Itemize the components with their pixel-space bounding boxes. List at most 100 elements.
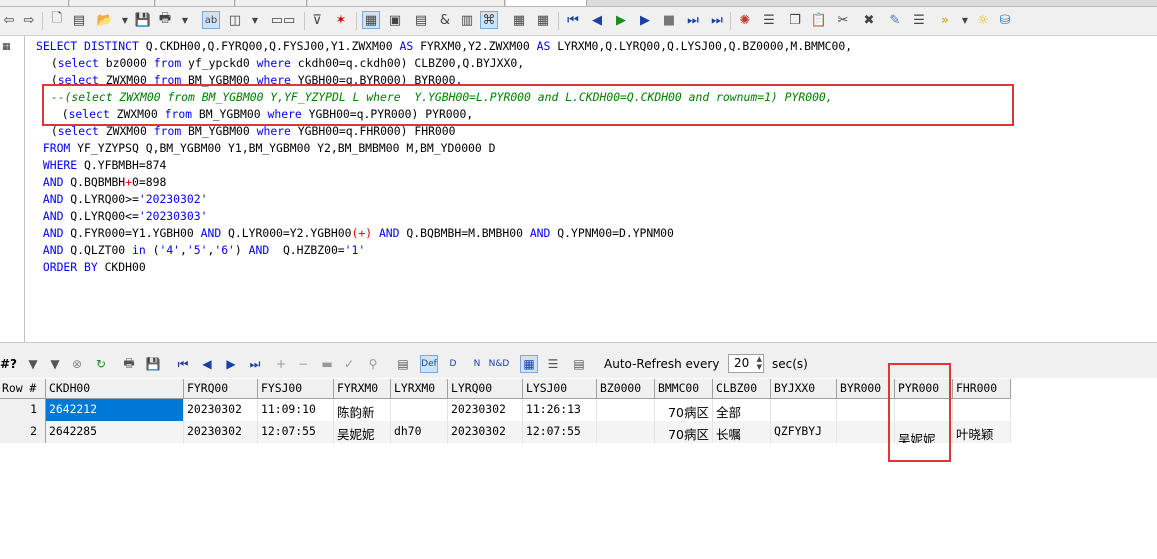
grid-cell[interactable] [597, 399, 655, 421]
column-header[interactable]: BMMC00 [655, 379, 713, 399]
bind-icon[interactable]: ▥ [458, 11, 476, 29]
code-line[interactable]: AND Q.FYR000=Y1.YGBH00 AND Q.LYR000=Y2.Y… [36, 225, 674, 242]
grid-cell[interactable]: 吴妮妮 [334, 421, 391, 443]
grid-cell[interactable]: 2642212 [46, 399, 184, 421]
code-line[interactable]: FROM YF_YZYPSQ Q,BM_YGBM00 Y1,BM_YGBM00 … [36, 140, 496, 157]
tools-icon[interactable]: ✎ [886, 11, 904, 29]
column-header[interactable]: Row # [0, 379, 46, 399]
auto-refresh-interval-spinner[interactable]: 20 ▲ ▼ [728, 354, 764, 373]
grid-cell[interactable]: 全部 [713, 399, 771, 421]
grid-cell[interactable]: 70病区 [655, 421, 713, 443]
cut-icon[interactable]: ✂ [834, 11, 852, 29]
column-header[interactable]: CLBZ00 [713, 379, 771, 399]
first-record-icon[interactable]: ⏮ [174, 355, 192, 373]
delete-icon[interactable]: ✖ [860, 11, 878, 29]
forward-icon[interactable]: » [936, 11, 954, 29]
add-record-icon[interactable]: + [272, 355, 290, 373]
doc-tab[interactable] [0, 0, 69, 6]
grid-cell[interactable]: 70病区 [655, 399, 713, 421]
find-icon[interactable]: ab [202, 11, 220, 29]
def-icon[interactable]: Def [420, 355, 438, 373]
save-icon[interactable]: 💾 [134, 11, 152, 29]
doc-tab[interactable] [236, 0, 307, 6]
last-icon[interactable]: ⏭ [684, 11, 702, 29]
lightbulb-icon[interactable]: ☼ [974, 11, 992, 29]
code-line[interactable]: AND Q.LYRQ00>='20230302' [36, 191, 208, 208]
first-icon[interactable]: ⏮ [564, 11, 582, 29]
next-record-icon[interactable]: ▶ [222, 355, 240, 373]
ampersand-icon[interactable]: & [436, 11, 454, 29]
filter-icon[interactable]: ▼ [24, 355, 42, 373]
cancel-edit-icon[interactable]: ✓ [340, 355, 358, 373]
code-line[interactable]: AND Q.QLZT00 in ('4','5','6') AND Q.HZBZ… [36, 242, 365, 259]
grid-cell[interactable]: 11:09:10 [258, 399, 334, 421]
grid-icon[interactable]: ▦ [534, 11, 552, 29]
grid-cell[interactable] [953, 399, 1011, 421]
doc-tab-active[interactable] [506, 0, 587, 6]
code-line[interactable]: AND Q.BQBMBH+0=898 [36, 174, 166, 191]
db-icon[interactable]: ⛁ [996, 11, 1014, 29]
code-line[interactable]: SELECT DISTINCT Q.CKDH00,Q.FYRQ00,Q.FYSJ… [36, 38, 852, 55]
next-icon[interactable]: ▶ [636, 11, 654, 29]
grid-cell[interactable] [837, 421, 895, 443]
grid-cell[interactable]: 20230302 [184, 421, 258, 443]
prev-record-icon[interactable]: ◀ [198, 355, 216, 373]
grid-cell[interactable] [597, 421, 655, 443]
code-line[interactable]: AND Q.LYRQ00<='20230303' [36, 208, 208, 225]
copy-icon[interactable]: ❐ [786, 11, 804, 29]
column-header[interactable]: FYRQ00 [184, 379, 258, 399]
grid-cell[interactable] [391, 399, 448, 421]
record-view-icon[interactable]: ▤ [570, 355, 588, 373]
forward-arrow-icon[interactable]: ⇨ [20, 11, 38, 29]
run-icon[interactable]: ▶ [612, 11, 630, 29]
explain-icon[interactable]: ▦ [362, 11, 380, 29]
spin-arrows-icon[interactable]: ▲ ▼ [757, 355, 762, 371]
grid-cell[interactable] [837, 399, 895, 421]
save-icon[interactable]: 💾 [144, 355, 162, 373]
grid-cell[interactable]: 2642285 [46, 421, 184, 443]
nd-icon[interactable]: N&D [489, 355, 510, 373]
grid-cell[interactable] [771, 399, 837, 421]
column-header[interactable]: BZ0000 [597, 379, 655, 399]
grid-cell[interactable]: 12:07:55 [258, 421, 334, 443]
prev-icon[interactable]: ◀ [588, 11, 606, 29]
commit-icon[interactable]: ▣ [386, 11, 404, 29]
grid-cell[interactable]: QZFYBYJ [771, 421, 837, 443]
grid-cell[interactable]: 陈韵新 [334, 399, 391, 421]
column-header[interactable]: LYSJ00 [523, 379, 597, 399]
code-line[interactable]: (select bz0000 from yf_ypckd0 where ckdh… [44, 55, 524, 72]
layout-icon[interactable]: ◫ [226, 11, 244, 29]
grid-cell[interactable]: 20230302 [184, 399, 258, 421]
sql-icon[interactable]: ⌘ [480, 11, 498, 29]
clear-filter-icon[interactable]: ✶ [332, 11, 350, 29]
print-icon[interactable]: 🖶 [156, 11, 174, 29]
grid-cell[interactable]: dh70 [391, 421, 448, 443]
last-record-icon[interactable]: ⏭ [246, 355, 264, 373]
n-icon[interactable]: N [468, 355, 486, 373]
grid-cell[interactable]: 12:07:55 [523, 421, 597, 443]
cancel-icon[interactable]: ⊗ [68, 355, 86, 373]
back-arrow-icon[interactable]: ⇦ [0, 11, 18, 29]
grid-cell[interactable]: 20230302 [448, 399, 523, 421]
column-header[interactable]: BYR000 [837, 379, 895, 399]
dropdown-arrow-icon[interactable]: ▼ [176, 11, 194, 29]
column-header[interactable]: FHR000 [953, 379, 1011, 399]
rollback-icon[interactable]: ▤ [412, 11, 430, 29]
paste-icon[interactable]: 📋 [810, 11, 828, 29]
delete-record-icon[interactable]: − [294, 355, 312, 373]
grid-cell[interactable]: 11:26:13 [523, 399, 597, 421]
grid-view-icon[interactable]: ▦ [520, 355, 538, 373]
end-icon[interactable]: ⏭ [708, 11, 726, 29]
column-header[interactable]: FYRXM0 [334, 379, 391, 399]
doc-tab[interactable] [308, 0, 505, 6]
stop-icon[interactable]: ■ [660, 11, 678, 29]
grid-cell[interactable]: 20230302 [448, 421, 523, 443]
form-view-icon[interactable]: ☰ [544, 355, 562, 373]
column-header[interactable]: LYRXM0 [391, 379, 448, 399]
open-icon[interactable]: ▤ [70, 11, 88, 29]
sql-editor[interactable]: ▦ SELECT DISTINCT Q.CKDH00,Q.FYRQ00,Q.FY… [0, 36, 1157, 342]
grid-cell[interactable]: 叶晓颖 [953, 421, 1011, 443]
report-icon[interactable]: ☰ [760, 11, 778, 29]
refresh-icon[interactable]: ↻ [92, 355, 110, 373]
column-header[interactable]: CKDH00 [46, 379, 184, 399]
